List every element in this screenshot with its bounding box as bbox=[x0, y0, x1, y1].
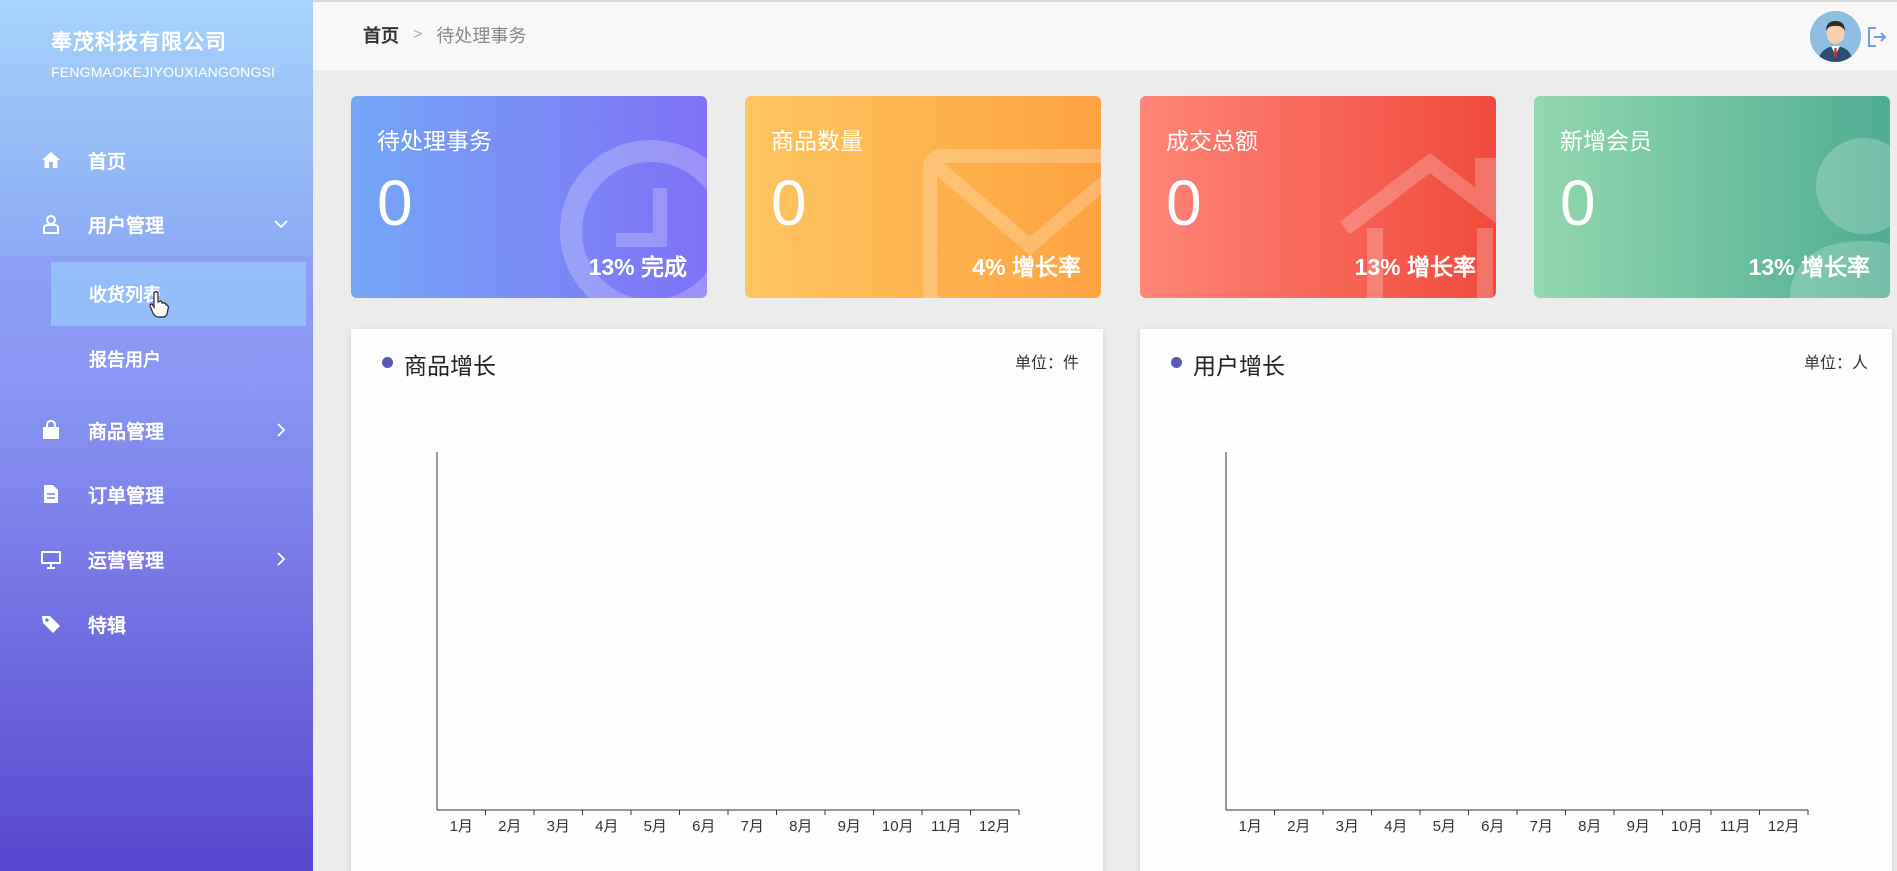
card-percent: 13% bbox=[1748, 254, 1795, 280]
stat-card-product-count[interactable]: 商品数量 0 4% 增长率 bbox=[745, 96, 1101, 298]
x-tick-label: 11月 bbox=[1720, 818, 1751, 835]
card-value: 0 bbox=[771, 167, 807, 239]
shopping-bag-icon bbox=[40, 419, 62, 441]
stat-card-pending-tasks[interactable]: 待处理事务 0 13% 完成 bbox=[351, 96, 707, 298]
sidebar-item-operations-management[interactable]: 运营管理 bbox=[0, 527, 313, 591]
brand: 奉茂科技有限公司 FENGMAOKEJIYOUXIANGONGSI bbox=[0, 0, 313, 126]
sidebar-item-product-management[interactable]: 商品管理 bbox=[0, 398, 313, 462]
card-caption: 增长率 bbox=[1801, 254, 1870, 280]
breadcrumb: 首页 > 待处理事务 bbox=[363, 22, 526, 48]
x-tick-label: 10月 bbox=[882, 818, 914, 835]
card-value: 0 bbox=[1166, 167, 1202, 239]
card-caption: 增长率 bbox=[1012, 254, 1081, 280]
card-percent: 13% bbox=[588, 254, 635, 280]
breadcrumb-separator: > bbox=[413, 26, 423, 43]
card-title: 待处理事务 bbox=[377, 128, 492, 154]
x-tick-label: 11月 bbox=[931, 818, 962, 835]
sidebar-item-label: 订单管理 bbox=[88, 485, 165, 507]
x-tick-label: 6月 bbox=[1481, 818, 1504, 835]
home-icon bbox=[40, 149, 62, 171]
document-icon bbox=[40, 483, 62, 505]
user-icon bbox=[40, 213, 62, 235]
sidebar: 奉茂科技有限公司 FENGMAOKEJIYOUXIANGONGSI 首页 用户管… bbox=[0, 0, 313, 871]
card-caption: 完成 bbox=[641, 254, 687, 280]
sidebar-item-special[interactable]: 特辑 bbox=[0, 592, 313, 656]
x-tick-label: 5月 bbox=[644, 818, 667, 835]
sidebar-item-label: 商品管理 bbox=[88, 421, 165, 443]
x-tick-label: 1月 bbox=[450, 818, 473, 835]
x-tick-label: 8月 bbox=[789, 818, 812, 835]
card-value: 0 bbox=[1560, 167, 1596, 239]
x-tick-label: 9月 bbox=[838, 818, 861, 835]
x-tick-label: 5月 bbox=[1433, 818, 1456, 835]
card-title: 商品数量 bbox=[771, 128, 863, 154]
x-tick-label: 3月 bbox=[547, 818, 570, 835]
sidebar-item-home[interactable]: 首页 bbox=[0, 128, 313, 192]
sidebar-item-order-management[interactable]: 订单管理 bbox=[0, 462, 313, 526]
card-footer: 13% 增长率 bbox=[1749, 248, 1870, 282]
sidebar-item-user-management[interactable]: 用户管理 bbox=[0, 192, 313, 256]
x-tick-label: 4月 bbox=[595, 818, 618, 835]
sidebar-subitem-report-users[interactable]: 报告用户 bbox=[51, 327, 306, 391]
x-tick-label: 2月 bbox=[498, 818, 521, 835]
sidebar-subitem-receiving-list[interactable]: 收货列表 bbox=[51, 262, 306, 326]
card-footer: 13% 完成 bbox=[589, 248, 687, 282]
card-title: 成交总额 bbox=[1166, 128, 1258, 154]
card-percent: 13% bbox=[1354, 254, 1401, 280]
logout-icon[interactable] bbox=[1867, 26, 1887, 48]
card-title: 新增会员 bbox=[1560, 128, 1652, 154]
x-tick-label: 7月 bbox=[741, 818, 764, 835]
sidebar-item-label: 首页 bbox=[88, 151, 127, 173]
stat-card-new-members[interactable]: 新增会员 0 13% 增长率 bbox=[1534, 96, 1890, 298]
x-tick-label: 12月 bbox=[1768, 818, 1800, 835]
x-tick-label: 4月 bbox=[1384, 818, 1407, 835]
sidebar-item-label: 特辑 bbox=[88, 615, 127, 637]
card-footer: 4% 增长率 bbox=[972, 248, 1081, 282]
sidebar-item-label: 用户管理 bbox=[88, 215, 165, 237]
card-footer: 13% 增长率 bbox=[1355, 248, 1476, 282]
x-tick-label: 9月 bbox=[1627, 818, 1650, 835]
breadcrumb-current: 待处理事务 bbox=[436, 26, 527, 46]
monitor-icon bbox=[40, 548, 62, 570]
card-caption: 增长率 bbox=[1407, 254, 1476, 280]
x-tick-label: 12月 bbox=[979, 818, 1011, 835]
x-tick-label: 2月 bbox=[1287, 818, 1310, 835]
chart-panel-user-growth: 用户增长 单位：人 1月 2月 3月 4月 5月 6月 7月 8月 9月 10月 11月 12月 bbox=[1140, 329, 1892, 871]
hand-cursor-icon bbox=[149, 291, 169, 318]
x-tick-label: 1月 bbox=[1239, 818, 1262, 835]
card-percent: 4% bbox=[972, 254, 1006, 280]
card-value: 0 bbox=[377, 167, 413, 239]
chart-axes: 1月 2月 3月 4月 5月 6月 7月 8月 9月 10月 11月 12月 bbox=[1225, 452, 1809, 835]
top-header: 首页 > 待处理事务 bbox=[313, 0, 1897, 70]
chart-panel-product-growth: 商品增长 单位：件 1月 2月 3月 4月 5月 6月 7月 8月 9月 10月 11月 12月 bbox=[351, 329, 1103, 871]
chevron-right-icon bbox=[277, 423, 286, 437]
tag-icon bbox=[40, 613, 62, 635]
chevron-down-icon bbox=[274, 220, 288, 229]
brand-name: 奉茂科技有限公司 bbox=[51, 31, 227, 54]
x-tick-label: 6月 bbox=[692, 818, 715, 835]
stat-card-total-sales[interactable]: 成交总额 0 13% 增长率 bbox=[1140, 96, 1496, 298]
avatar[interactable] bbox=[1810, 11, 1861, 62]
x-tick-label: 7月 bbox=[1530, 818, 1553, 835]
x-tick-label: 10月 bbox=[1671, 818, 1703, 835]
chevron-right-icon bbox=[277, 552, 286, 566]
x-tick-label: 8月 bbox=[1578, 818, 1601, 835]
x-tick-label: 3月 bbox=[1336, 818, 1359, 835]
brand-subtitle: FENGMAOKEJIYOUXIANGONGSI bbox=[51, 64, 276, 80]
chart-axes: 1月 2月 3月 4月 5月 6月 7月 8月 9月 10月 11月 12月 bbox=[436, 452, 1020, 835]
sidebar-item-label: 运营管理 bbox=[88, 550, 165, 572]
breadcrumb-home[interactable]: 首页 bbox=[363, 22, 399, 48]
